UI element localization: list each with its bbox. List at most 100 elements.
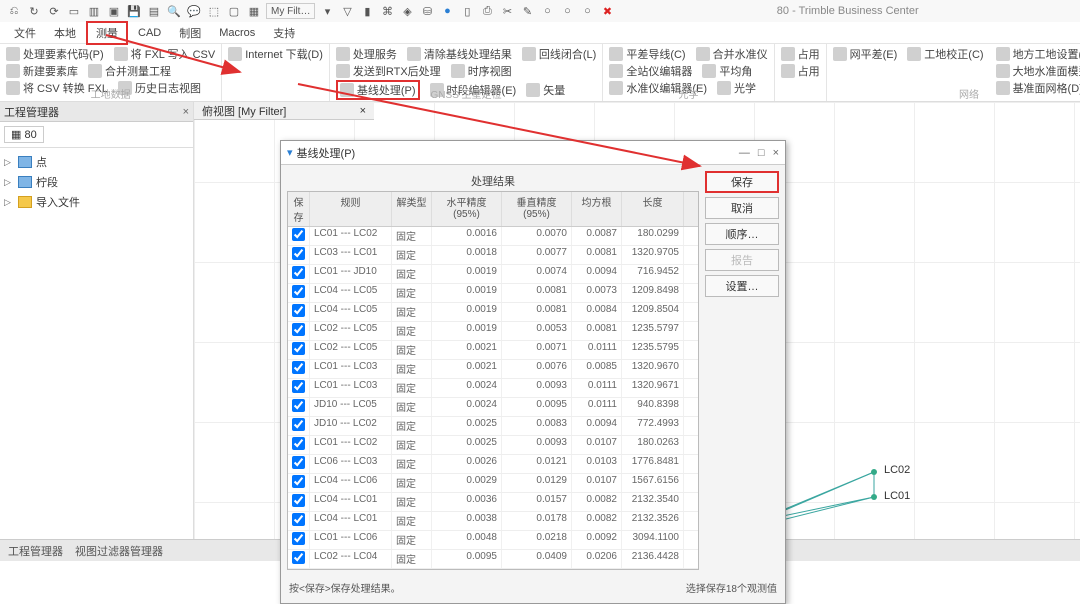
menu-item-4[interactable]: 制图 — [171, 23, 209, 43]
menu-item-0[interactable]: 文件 — [6, 23, 44, 43]
status-b[interactable]: 视图过滤器管理器 — [75, 543, 163, 559]
zoom-icon[interactable]: 🔍 — [166, 3, 182, 19]
dot3-icon[interactable]: ○ — [579, 3, 595, 19]
filter-icon[interactable]: ▽ — [339, 3, 355, 19]
row-checkbox[interactable] — [292, 399, 305, 412]
printer-icon[interactable]: ⎙ — [479, 3, 495, 19]
table-row[interactable]: JD10 --- LC02固定0.00250.00830.0094772.499… — [288, 417, 698, 436]
row-checkbox[interactable] — [292, 418, 305, 431]
row-checkbox[interactable] — [292, 342, 305, 355]
ribbon-item[interactable]: 合并测量工程 — [88, 63, 171, 79]
table-row[interactable]: LC04 --- LC01固定0.00380.01780.00822132.35… — [288, 512, 698, 531]
filter-label[interactable]: My Filt… — [266, 3, 315, 19]
ribbon-item[interactable]: 处理服务 — [336, 46, 397, 62]
db-icon[interactable]: ⛁ — [419, 3, 435, 19]
dot2-icon[interactable]: ○ — [559, 3, 575, 19]
row-checkbox[interactable] — [292, 380, 305, 393]
ribbon-item[interactable]: 平均角 — [702, 63, 752, 79]
ribbon-item[interactable]: 清除基线处理结果 — [407, 46, 512, 62]
tree-item[interactable]: ▷导入文件 — [4, 192, 189, 212]
dialog-btn-0[interactable]: 保存 — [705, 171, 779, 193]
globe-icon[interactable]: ● — [439, 3, 455, 19]
ribbon-item[interactable]: 大地水准面模型(G) — [996, 63, 1080, 79]
table-row[interactable]: JD10 --- LC05固定0.00240.00950.0111940.839… — [288, 398, 698, 417]
row-checkbox[interactable] — [292, 475, 305, 488]
ribbon-item[interactable]: 发送到RTX后处理 — [336, 63, 441, 79]
ribbon-item[interactable]: 工地校正(C) — [907, 46, 983, 62]
col-header[interactable]: 水平精度(95%) — [432, 192, 502, 226]
ribbon-item[interactable]: 新建要素库 — [6, 63, 78, 79]
dialog-btn-2[interactable]: 顺序… — [705, 223, 779, 245]
table-row[interactable]: LC01 --- LC06固定0.00480.02180.00923094.11… — [288, 531, 698, 550]
new-icon[interactable]: ▥ — [86, 3, 102, 19]
col-header[interactable]: 解类型 — [392, 192, 432, 226]
table-row[interactable]: LC04 --- LC06固定0.00290.01290.01071567.61… — [288, 474, 698, 493]
ribbon-item[interactable]: 地方工地设置(L) — [996, 46, 1080, 62]
table-row[interactable]: LC06 --- LC03固定0.00260.01210.01031776.84… — [288, 455, 698, 474]
ribbon-item[interactable]: 网平差(E) — [833, 46, 898, 62]
ribbon-item[interactable]: 时序视图 — [451, 63, 512, 79]
ribbon-item[interactable]: 全站仪编辑器 — [609, 63, 692, 79]
tab-close-icon[interactable]: × — [360, 105, 366, 117]
close-red-icon[interactable]: ✖ — [599, 3, 615, 19]
dialog-max-icon[interactable]: □ — [758, 147, 765, 159]
table-row[interactable]: LC04 --- LC05固定0.00190.00810.00731209.84… — [288, 284, 698, 303]
table-row[interactable]: LC01 --- LC03固定0.00210.00760.00851320.96… — [288, 360, 698, 379]
dropdown-icon[interactable]: ▾ — [319, 3, 335, 19]
dot1-icon[interactable]: ○ — [539, 3, 555, 19]
table-row[interactable]: LC01 --- LC03固定0.00240.00930.01111320.96… — [288, 379, 698, 398]
panel-close-icon[interactable]: × — [183, 106, 189, 118]
ribbon-item[interactable]: 回线闭合(L) — [522, 46, 596, 62]
col-header[interactable]: 垂直精度(95%) — [502, 192, 572, 226]
link-icon[interactable]: ⌘ — [379, 3, 395, 19]
table-row[interactable]: LC01 --- LC02固定0.00250.00930.0107180.026… — [288, 436, 698, 455]
note-icon[interactable]: ▯ — [459, 3, 475, 19]
row-checkbox[interactable] — [292, 551, 305, 564]
row-checkbox[interactable] — [292, 532, 305, 545]
ribbon-item[interactable]: Internet 下载(D) — [228, 46, 323, 62]
scissors-icon[interactable]: ✂ — [499, 3, 515, 19]
row-checkbox[interactable] — [292, 361, 305, 374]
status-a[interactable]: 工程管理器 — [8, 543, 63, 559]
ribbon-item[interactable]: 占用 — [781, 46, 820, 62]
refresh-icon[interactable]: ⟳ — [46, 3, 62, 19]
row-checkbox[interactable] — [292, 437, 305, 450]
tree-root[interactable]: ▦ 80 — [4, 126, 44, 143]
tool-icon[interactable]: ✎ — [519, 3, 535, 19]
row-checkbox[interactable] — [292, 494, 305, 507]
dialog-btn-1[interactable]: 取消 — [705, 197, 779, 219]
menu-item-6[interactable]: 支持 — [265, 23, 303, 43]
ribbon-item[interactable]: 占用 — [781, 63, 820, 79]
box-icon[interactable]: ▢ — [226, 3, 242, 19]
tag-icon[interactable]: ▮ — [359, 3, 375, 19]
col-header[interactable]: 保存 — [288, 192, 310, 226]
row-checkbox[interactable] — [292, 304, 305, 317]
dialog-btn-4[interactable]: 设置… — [705, 275, 779, 297]
row-checkbox[interactable] — [292, 456, 305, 469]
layer-icon[interactable]: ▭ — [66, 3, 82, 19]
table-row[interactable]: LC03 --- LC01固定0.00180.00770.00811320.97… — [288, 246, 698, 265]
save-icon[interactable]: 💾 — [126, 3, 142, 19]
row-checkbox[interactable] — [292, 323, 305, 336]
print-icon[interactable]: ▤ — [146, 3, 162, 19]
dialog-min-icon[interactable]: — — [739, 147, 750, 159]
redo-icon[interactable]: ↻ — [26, 3, 42, 19]
table-row[interactable]: LC04 --- LC01固定0.00360.01570.00822132.35… — [288, 493, 698, 512]
dialog-close-icon[interactable]: × — [773, 147, 779, 159]
stack-icon[interactable]: ◈ — [399, 3, 415, 19]
ribbon-item[interactable]: 将 FXL 写入 CSV — [114, 46, 216, 62]
undo-icon[interactable]: ⎌ — [6, 3, 22, 19]
open-icon[interactable]: ▣ — [106, 3, 122, 19]
cube-icon[interactable]: ⬚ — [206, 3, 222, 19]
chat-icon[interactable]: 💬 — [186, 3, 202, 19]
ribbon-item[interactable]: 平差导线(C) — [609, 46, 685, 62]
table-row[interactable]: LC04 --- LC05固定0.00190.00810.00841209.85… — [288, 303, 698, 322]
row-checkbox[interactable] — [292, 228, 305, 241]
menu-item-3[interactable]: CAD — [130, 25, 169, 41]
table-row[interactable]: LC01 --- JD10固定0.00190.00740.0094716.945… — [288, 265, 698, 284]
ribbon-item[interactable]: 合并水准仪 — [696, 46, 768, 62]
col-header[interactable]: 均方根 — [572, 192, 622, 226]
row-checkbox[interactable] — [292, 266, 305, 279]
ribbon-item[interactable]: 处理要素代码(P) — [6, 46, 104, 62]
row-checkbox[interactable] — [292, 285, 305, 298]
